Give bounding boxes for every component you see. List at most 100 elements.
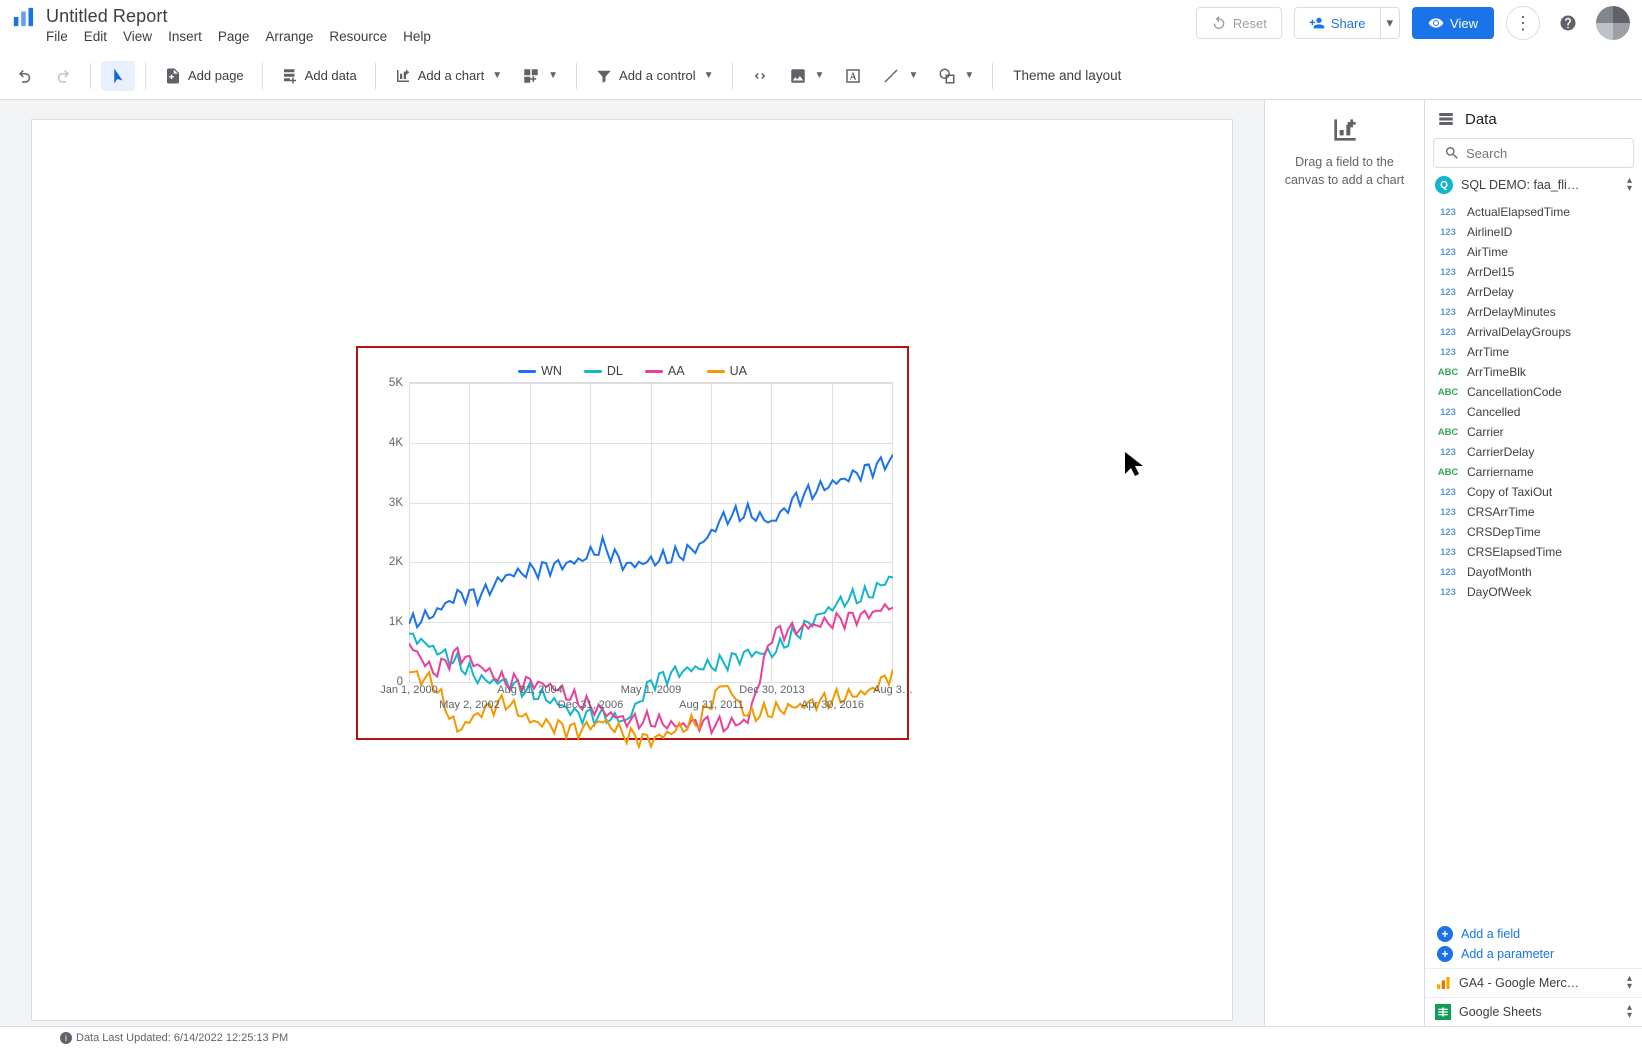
field-row[interactable]: 123Cancelled	[1425, 402, 1642, 422]
add-field-link[interactable]: + Add a field	[1437, 924, 1630, 944]
menu-help[interactable]: Help	[403, 29, 431, 44]
add-data-label: Add data	[305, 68, 357, 83]
toolbar-separator	[262, 63, 263, 89]
sort-icon[interactable]: ▴▾	[1627, 1004, 1632, 1020]
field-name: DayOfWeek	[1467, 585, 1531, 599]
sort-icon[interactable]: ▴▾	[1627, 975, 1632, 991]
add-parameter-label: Add a parameter	[1461, 947, 1554, 961]
field-name: ArrDelayMinutes	[1467, 305, 1556, 319]
menu-arrange[interactable]: Arrange	[265, 29, 313, 44]
field-row[interactable]: 123ActualElapsedTime	[1425, 202, 1642, 222]
redo-button[interactable]	[46, 61, 80, 91]
field-row[interactable]: 123AirlineID	[1425, 222, 1642, 242]
share-label: Share	[1331, 16, 1366, 31]
add-control-button[interactable]: Add a control ▼	[587, 61, 722, 91]
share-button[interactable]: Share	[1294, 7, 1381, 39]
share-button-group: Share ▾	[1294, 7, 1400, 39]
data-source-ga4[interactable]: GA4 - Google Merc… ▴▾	[1425, 968, 1642, 997]
toolbar-separator	[375, 63, 376, 89]
more-options-button[interactable]: ⋮	[1506, 6, 1540, 40]
legend-item[interactable]: DL	[584, 364, 623, 378]
image-button[interactable]: ▼	[781, 61, 833, 91]
type-text-icon: ABC	[1437, 426, 1459, 439]
field-row[interactable]: ABCCarriername	[1425, 462, 1642, 482]
field-row[interactable]: 123ArrivalDelayGroups	[1425, 322, 1642, 342]
field-row[interactable]: 123CRSDepTime	[1425, 522, 1642, 542]
field-row[interactable]: 123CRSArrTime	[1425, 502, 1642, 522]
document-title[interactable]: Untitled Report	[46, 6, 431, 27]
data-source-sheets[interactable]: Google Sheets ▴▾	[1425, 997, 1642, 1026]
type-number-icon: 123	[1437, 306, 1459, 319]
menu-view[interactable]: View	[123, 29, 152, 44]
logo-area	[12, 6, 34, 28]
shape-button[interactable]: ▼	[930, 61, 982, 91]
field-row[interactable]: 123ArrTime	[1425, 342, 1642, 362]
theme-layout-button[interactable]: Theme and layout	[1005, 62, 1129, 89]
field-row[interactable]: 123CarrierDelay	[1425, 442, 1642, 462]
chart-drop-helper[interactable]: Drag a field to the canvas to add a char…	[1264, 100, 1424, 1026]
field-search-input[interactable]	[1466, 146, 1623, 161]
undo-button[interactable]	[8, 61, 42, 91]
field-search[interactable]	[1433, 138, 1634, 168]
reset-label: Reset	[1233, 16, 1267, 31]
menu-insert[interactable]: Insert	[168, 29, 202, 44]
sort-icon[interactable]: ▴▾	[1627, 177, 1632, 193]
chevron-down-icon: ▼	[815, 70, 825, 81]
field-row[interactable]: 123CRSElapsedTime	[1425, 542, 1642, 562]
x-tick-label: Dec 31, 2006	[558, 699, 623, 711]
field-row[interactable]: 123ArrDel15	[1425, 262, 1642, 282]
add-data-button[interactable]: Add data	[273, 61, 365, 91]
report-page[interactable]: WNDLAAUA 5K4K3K2K1K0 Jan 1, 2000Aug 31, …	[32, 120, 1232, 1020]
selector-tool[interactable]	[101, 61, 135, 91]
add-page-button[interactable]: Add page	[156, 61, 252, 91]
embed-button[interactable]	[743, 61, 777, 91]
field-row[interactable]: ABCCarrier	[1425, 422, 1642, 442]
toolbar-separator	[576, 63, 577, 89]
field-name: ArrTime	[1467, 345, 1509, 359]
legend-swatch	[707, 370, 725, 373]
field-row[interactable]: 123ArrDelay	[1425, 282, 1642, 302]
canvas-panel[interactable]: WNDLAAUA 5K4K3K2K1K0 Jan 1, 2000Aug 31, …	[0, 100, 1264, 1026]
field-row[interactable]: 123Copy of TaxiOut	[1425, 482, 1642, 502]
reset-button[interactable]: Reset	[1196, 7, 1282, 39]
cursor-overlay-icon	[1122, 450, 1146, 478]
menu-resource[interactable]: Resource	[329, 29, 387, 44]
field-row[interactable]: 123DayofMonth	[1425, 562, 1642, 582]
menu-file[interactable]: File	[46, 29, 68, 44]
field-row[interactable]: 123DayOfWeek	[1425, 582, 1642, 602]
data-source-sql[interactable]: Q SQL DEMO: faa_fli… ▴▾	[1425, 168, 1642, 202]
type-number-icon: 123	[1437, 246, 1459, 259]
share-caret-button[interactable]: ▾	[1381, 7, 1401, 39]
field-row[interactable]: 123AirTime	[1425, 242, 1642, 262]
menu-edit[interactable]: Edit	[84, 29, 107, 44]
line-button[interactable]: ▼	[874, 61, 926, 91]
legend-item[interactable]: WN	[518, 364, 562, 378]
community-viz-button[interactable]: ▼	[514, 61, 566, 91]
legend-item[interactable]: AA	[645, 364, 685, 378]
shape-icon	[938, 67, 956, 85]
field-row[interactable]: ABCCancellationCode	[1425, 382, 1642, 402]
field-row[interactable]: ABC ArrTimeBlk	[1425, 362, 1642, 382]
user-avatar[interactable]	[1596, 6, 1630, 40]
blocks-icon	[522, 67, 540, 85]
help-button[interactable]	[1552, 7, 1584, 39]
field-name: AirlineID	[1467, 225, 1512, 239]
field-list[interactable]: 123ActualElapsedTime123AirlineID123AirTi…	[1425, 202, 1642, 920]
footer-status: i Data Last Updated: 6/14/2022 12:25:13 …	[0, 1026, 1642, 1048]
chevron-down-icon: ▼	[548, 70, 558, 81]
toolbar-separator	[992, 63, 993, 89]
add-page-label: Add page	[188, 68, 244, 83]
field-name: ArrTimeBlk	[1467, 365, 1526, 379]
field-row[interactable]: 123 ArrDelayMinutes	[1425, 302, 1642, 322]
toolbar-separator	[145, 63, 146, 89]
type-text-icon: ABC	[1437, 366, 1459, 379]
legend-item[interactable]: UA	[707, 364, 747, 378]
add-parameter-link[interactable]: + Add a parameter	[1437, 944, 1630, 964]
type-number-icon: 123	[1437, 286, 1459, 299]
menu-page[interactable]: Page	[218, 29, 250, 44]
view-button[interactable]: View	[1412, 7, 1494, 39]
line-chart[interactable]: WNDLAAUA 5K4K3K2K1K0 Jan 1, 2000Aug 31, …	[356, 346, 909, 740]
text-button[interactable]	[836, 61, 870, 91]
add-chart-button[interactable]: Add a chart ▼	[386, 61, 510, 91]
legend-swatch	[518, 370, 536, 373]
